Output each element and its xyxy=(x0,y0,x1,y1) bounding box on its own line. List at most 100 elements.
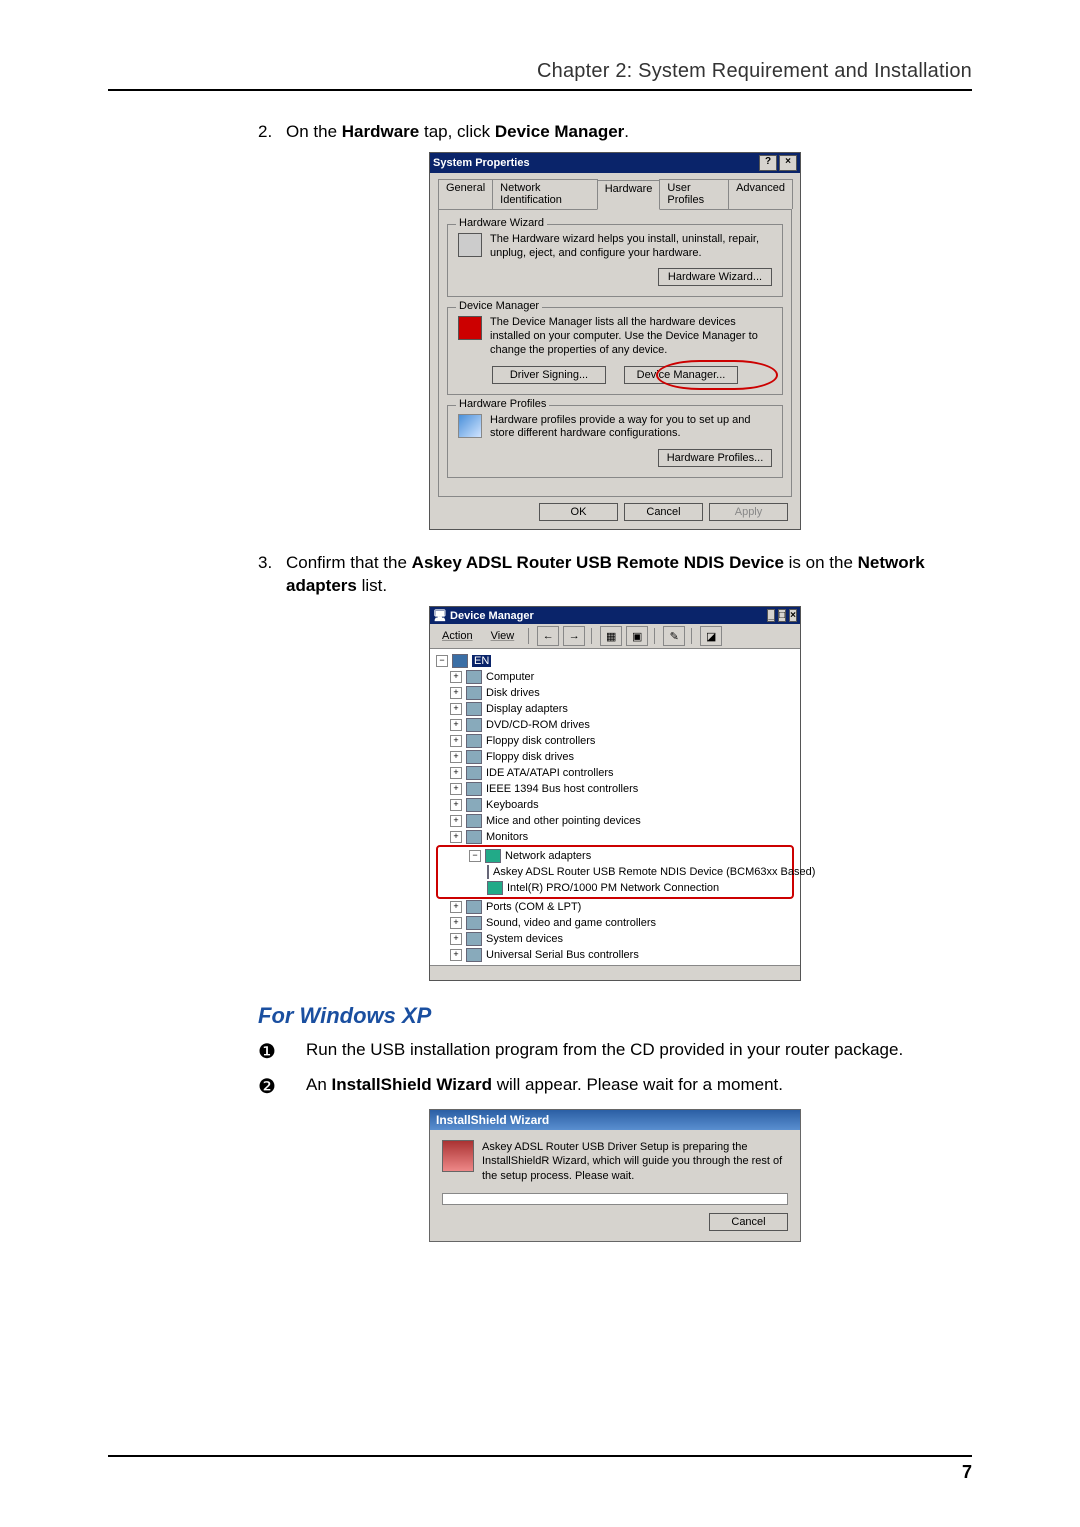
tree-node[interactable]: Computer xyxy=(436,669,794,685)
status-bar xyxy=(430,965,800,980)
list-item-text: An InstallShield Wizard will appear. Ple… xyxy=(306,1074,783,1101)
expand-icon[interactable] xyxy=(450,831,462,843)
device-icon xyxy=(466,814,482,828)
tab-advanced[interactable]: Advanced xyxy=(728,179,793,209)
ok-button[interactable]: OK xyxy=(539,503,618,521)
tree-node[interactable]: Floppy disk drives xyxy=(436,749,794,765)
expand-icon[interactable] xyxy=(450,719,462,731)
group-legend: Hardware Profiles xyxy=(456,398,549,410)
expand-icon[interactable] xyxy=(450,901,462,913)
tree-node-network-adapters[interactable]: Network adapters xyxy=(439,848,791,864)
hardware-tab-panel: Hardware Wizard The Hardware wizard help… xyxy=(438,209,792,497)
forward-icon[interactable]: → xyxy=(563,626,585,646)
cancel-button[interactable]: Cancel xyxy=(624,503,703,521)
tree-node[interactable]: Ports (COM & LPT) xyxy=(436,899,794,915)
device-tree: EN ComputerDisk drives Display adapters DV… xyxy=(430,649,800,965)
hardware-profiles-button[interactable]: Hardware Profiles... xyxy=(658,449,772,467)
tab-user-profiles[interactable]: User Profiles xyxy=(659,179,729,209)
device-icon xyxy=(466,948,482,962)
tree-label: Universal Serial Bus controllers xyxy=(486,949,639,961)
dialog-text: Askey ADSL Router USB Driver Setup is pr… xyxy=(482,1140,788,1183)
group-legend: Hardware Wizard xyxy=(456,217,547,229)
tab-hardware[interactable]: Hardware xyxy=(597,180,661,210)
tree-node[interactable]: IEEE 1394 Bus host controllers xyxy=(436,781,794,797)
device-icon xyxy=(466,932,482,946)
tree-label: Display adapters xyxy=(486,703,568,715)
tree-node[interactable]: Display adapters xyxy=(436,701,794,717)
expand-icon[interactable] xyxy=(450,735,462,747)
tree-label: Askey ADSL Router USB Remote NDIS Device… xyxy=(493,866,815,878)
group-text: Hardware profiles provide a way for you … xyxy=(490,414,772,442)
tree-node[interactable]: System devices xyxy=(436,931,794,947)
tree-node[interactable]: Sound, video and game controllers xyxy=(436,915,794,931)
expand-icon[interactable] xyxy=(450,751,462,763)
text: Confirm that the xyxy=(286,553,412,572)
close-icon[interactable]: × xyxy=(779,155,797,171)
cancel-button[interactable]: Cancel xyxy=(709,1213,788,1231)
expand-icon[interactable] xyxy=(450,783,462,795)
collapse-icon[interactable] xyxy=(469,850,481,862)
tree-root-label: EN xyxy=(472,655,491,667)
minimize-icon[interactable]: _ xyxy=(767,609,775,622)
tree-node[interactable]: DVD/CD-ROM drives xyxy=(436,717,794,733)
tree-root[interactable]: EN xyxy=(436,653,794,669)
menu-view[interactable]: View xyxy=(483,630,523,642)
expand-icon[interactable] xyxy=(450,671,462,683)
tree-node[interactable]: Monitors xyxy=(436,829,794,845)
device-icon xyxy=(466,830,482,844)
group-hardware-profiles: Hardware Profiles Hardware profiles prov… xyxy=(447,405,783,479)
figure-device-manager: 🖥 Device Manager _ □ × Action View ← → xyxy=(258,606,972,981)
collapse-icon[interactable] xyxy=(436,655,448,667)
titlebar: System Properties ? × xyxy=(430,153,800,173)
tab-network-identification[interactable]: Network Identification xyxy=(492,179,598,209)
expand-icon[interactable] xyxy=(450,703,462,715)
back-icon[interactable]: ← xyxy=(537,626,559,646)
hardware-wizard-button[interactable]: Hardware Wizard... xyxy=(658,268,772,286)
maximize-icon[interactable]: □ xyxy=(778,609,786,622)
toolbar-icon[interactable]: ▣ xyxy=(626,626,648,646)
group-text: The Device Manager lists all the hardwar… xyxy=(490,316,772,357)
tree-label: DVD/CD-ROM drives xyxy=(486,719,590,731)
text: An xyxy=(306,1075,332,1094)
tree-leaf[interactable]: Askey ADSL Router USB Remote NDIS Device… xyxy=(439,864,791,880)
device-icon xyxy=(466,670,482,684)
toolbar-icon[interactable]: ◪ xyxy=(700,626,722,646)
bold: Askey ADSL Router USB Remote NDIS Device xyxy=(412,553,784,572)
expand-icon[interactable] xyxy=(450,799,462,811)
tree-node[interactable]: Universal Serial Bus controllers xyxy=(436,947,794,963)
device-manager-window: 🖥 Device Manager _ □ × Action View ← → xyxy=(429,606,801,981)
expand-icon[interactable] xyxy=(450,767,462,779)
separator xyxy=(591,628,592,644)
figure-installshield: InstallShield Wizard Askey ADSL Router U… xyxy=(258,1109,972,1242)
tree-leaf[interactable]: Intel(R) PRO/1000 PM Network Connection xyxy=(439,880,791,896)
list-item-text: Run the USB installation program from th… xyxy=(306,1039,903,1066)
expand-icon[interactable] xyxy=(450,687,462,699)
tree-node[interactable]: Keyboards xyxy=(436,797,794,813)
step-text: On the Hardware tap, click Device Manage… xyxy=(286,121,972,144)
expand-icon[interactable] xyxy=(450,949,462,961)
expand-icon[interactable] xyxy=(450,917,462,929)
toolbar-icon[interactable]: ▦ xyxy=(600,626,622,646)
tree-node[interactable]: Floppy disk controllers xyxy=(436,733,794,749)
expand-icon[interactable] xyxy=(450,815,462,827)
progress-bar xyxy=(442,1193,788,1205)
footer-rule xyxy=(108,1455,972,1457)
menubar: Action View ← → ▦ ▣ ✎ ◪ xyxy=(430,624,800,649)
expand-icon[interactable] xyxy=(450,933,462,945)
tree-node[interactable]: IDE ATA/ATAPI controllers xyxy=(436,765,794,781)
hardware-profiles-icon xyxy=(458,414,482,438)
properties-icon[interactable]: ✎ xyxy=(663,626,685,646)
help-icon[interactable]: ? xyxy=(759,155,777,171)
driver-signing-button[interactable]: Driver Signing... xyxy=(492,366,606,384)
tree-node[interactable]: Mice and other pointing devices xyxy=(436,813,794,829)
installer-icon xyxy=(442,1140,474,1172)
close-icon[interactable]: × xyxy=(789,609,797,622)
tree-node[interactable]: Disk drives xyxy=(436,685,794,701)
tab-general[interactable]: General xyxy=(438,179,493,209)
apply-button[interactable]: Apply xyxy=(709,503,788,521)
menu-action[interactable]: Action xyxy=(434,630,481,642)
step-number: 3. xyxy=(258,552,286,598)
step-number: 2. xyxy=(258,121,286,144)
text: list. xyxy=(357,576,387,595)
tab-strip: General Network Identification Hardware … xyxy=(438,175,792,209)
